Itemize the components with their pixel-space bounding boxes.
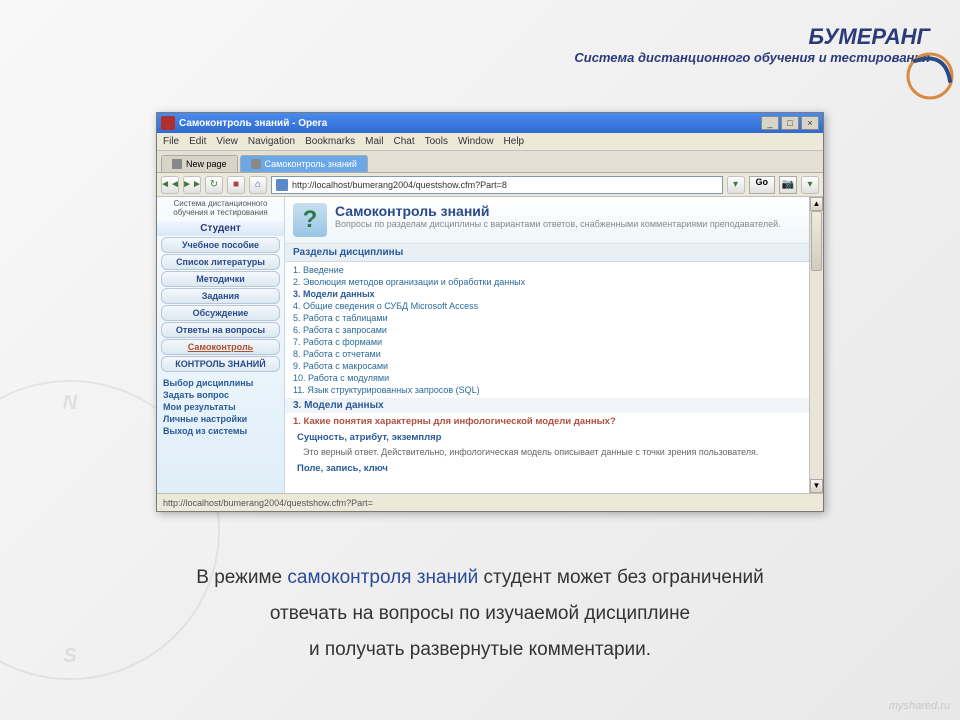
status-bar: http://localhost/bumerang2004/questshow.… xyxy=(157,493,823,511)
menu-view[interactable]: View xyxy=(216,136,238,147)
opera-icon xyxy=(161,116,175,130)
sidebar-section-student: Студент xyxy=(157,221,284,236)
topic-item[interactable]: 11. Язык структурированных запросов (SQL… xyxy=(293,384,815,396)
main-pane: ? Самоконтроль знаний Вопросы по раздела… xyxy=(285,197,823,493)
topic-item[interactable]: 3. Модели данных xyxy=(293,288,815,300)
tab-label: New page xyxy=(186,159,227,169)
main-header: ? Самоконтроль знаний Вопросы по раздела… xyxy=(285,197,823,244)
topic-item[interactable]: 4. Общие сведения о СУБД Microsoft Acces… xyxy=(293,300,815,312)
page-icon xyxy=(251,159,261,169)
sidebar-link-logout[interactable]: Выход из системы xyxy=(157,425,284,437)
reload-button[interactable]: ↻ xyxy=(205,176,223,194)
site-icon xyxy=(276,179,288,191)
browser-window: Самоконтроль знаний - Opera _ □ × File E… xyxy=(156,112,824,512)
menu-window[interactable]: Window xyxy=(458,136,494,147)
selected-topic: 3. Модели данных xyxy=(285,398,823,413)
home-button[interactable]: ⌂ xyxy=(249,176,267,194)
answer-option-2[interactable]: Поле, запись, ключ xyxy=(285,461,823,476)
close-button[interactable]: × xyxy=(801,116,819,130)
menu-edit[interactable]: Edit xyxy=(189,136,206,147)
vertical-scrollbar[interactable]: ▲ ▼ xyxy=(809,197,823,493)
product-subtitle: Система дистанционного обучения и тестир… xyxy=(574,50,930,65)
product-title: БУМЕРАНГ xyxy=(574,24,930,50)
menu-file[interactable]: File xyxy=(163,136,179,147)
dropdown-button[interactable]: ▾ xyxy=(727,176,745,194)
sidebar-btn-guides[interactable]: Методички xyxy=(161,271,280,287)
window-controls: _ □ × xyxy=(761,116,819,130)
course-sidebar: Система дистанционного обучения и тестир… xyxy=(157,197,285,493)
answer-feedback: Это верный ответ. Действительно, инфолог… xyxy=(285,445,823,461)
sidebar-btn-examination[interactable]: КОНТРОЛЬ ЗНАНИЙ xyxy=(161,356,280,372)
address-bar[interactable]: http://localhost/bumerang2004/questshow.… xyxy=(271,176,723,194)
menu-tools[interactable]: Tools xyxy=(425,136,448,147)
sidebar-header: Система дистанционного обучения и тестир… xyxy=(157,197,284,221)
answer-option-1[interactable]: Сущность, атрибут, экземпляр xyxy=(285,430,823,445)
topic-item[interactable]: 5. Работа с таблицами xyxy=(293,312,815,324)
maximize-button[interactable]: □ xyxy=(781,116,799,130)
page-subtitle: Вопросы по разделам дисциплины с вариант… xyxy=(335,219,781,230)
question-text: 1. Какие понятия характерны для инфологи… xyxy=(285,413,823,430)
page-icon xyxy=(172,159,182,169)
sidebar-btn-selftest[interactable]: Самоконтроль xyxy=(161,339,280,355)
page-title: Самоконтроль знаний xyxy=(335,203,781,219)
scroll-down-button[interactable]: ▼ xyxy=(810,479,823,493)
sidebar-link-choose[interactable]: Выбор дисциплины xyxy=(157,377,284,389)
scroll-up-button[interactable]: ▲ xyxy=(810,197,823,211)
sidebar-link-settings[interactable]: Личные настройки xyxy=(157,413,284,425)
status-text: http://localhost/bumerang2004/questshow.… xyxy=(163,498,373,508)
tab-label: Самоконтроль знаний xyxy=(265,159,357,169)
sidebar-link-ask[interactable]: Задать вопрос xyxy=(157,389,284,401)
topic-item[interactable]: 7. Работа с формами xyxy=(293,336,815,348)
slide-header: БУМЕРАНГ Система дистанционного обучения… xyxy=(574,24,930,65)
menu-bookmarks[interactable]: Bookmarks xyxy=(305,136,355,147)
topic-list: 1. Введение 2. Эволюция методов организа… xyxy=(285,262,823,398)
boomerang-logo-icon xyxy=(900,46,960,106)
sidebar-btn-tutorial[interactable]: Учебное пособие xyxy=(161,237,280,253)
topic-item[interactable]: 9. Работа с макросами xyxy=(293,360,815,372)
window-title: Самоконтроль знаний - Opera xyxy=(179,118,761,129)
sidebar-btn-answers[interactable]: Ответы на вопросы xyxy=(161,322,280,338)
watermark: myshared.ru xyxy=(889,700,950,712)
topic-item[interactable]: 6. Работа с запросами xyxy=(293,324,815,336)
sidebar-btn-tasks[interactable]: Задания xyxy=(161,288,280,304)
tab-new-page[interactable]: New page xyxy=(161,155,238,172)
window-titlebar[interactable]: Самоконтроль знаний - Opera _ □ × xyxy=(157,113,823,133)
menu-navigation[interactable]: Navigation xyxy=(248,136,295,147)
question-mark-icon: ? xyxy=(293,203,327,237)
menu-bar: File Edit View Navigation Bookmarks Mail… xyxy=(157,133,823,151)
go-button[interactable]: Go xyxy=(749,176,776,194)
url-text: http://localhost/bumerang2004/questshow.… xyxy=(292,180,507,190)
topic-item[interactable]: 1. Введение xyxy=(293,264,815,276)
sidebar-btn-discussion[interactable]: Обсуждение xyxy=(161,305,280,321)
topic-item[interactable]: 8. Работа с отчетами xyxy=(293,348,815,360)
tab-bar: New page Самоконтроль знаний xyxy=(157,151,823,173)
navigation-toolbar: ◄◄ ►► ↻ ■ ⌂ http://localhost/bumerang200… xyxy=(157,173,823,197)
topics-header: Разделы дисциплины xyxy=(285,244,823,262)
forward-button[interactable]: ►► xyxy=(183,176,201,194)
tab-samokontrol[interactable]: Самоконтроль знаний xyxy=(240,155,368,172)
scroll-thumb[interactable] xyxy=(811,211,822,271)
slide-caption: В режиме самоконтроля знаний студент мож… xyxy=(120,560,840,668)
sidebar-btn-literature[interactable]: Список литературы xyxy=(161,254,280,270)
minimize-button[interactable]: _ xyxy=(761,116,779,130)
sidebar-link-results[interactable]: Мои результаты xyxy=(157,401,284,413)
menu-mail[interactable]: Mail xyxy=(365,136,383,147)
topic-item[interactable]: 10. Работа с модулями xyxy=(293,372,815,384)
camera-button[interactable]: 📷 xyxy=(779,176,797,194)
dropdown-button-2[interactable]: ▾ xyxy=(801,176,819,194)
back-button[interactable]: ◄◄ xyxy=(161,176,179,194)
topic-item[interactable]: 2. Эволюция методов организации и обрабо… xyxy=(293,276,815,288)
menu-chat[interactable]: Chat xyxy=(393,136,414,147)
stop-button[interactable]: ■ xyxy=(227,176,245,194)
menu-help[interactable]: Help xyxy=(504,136,525,147)
page-content: Система дистанционного обучения и тестир… xyxy=(157,197,823,493)
